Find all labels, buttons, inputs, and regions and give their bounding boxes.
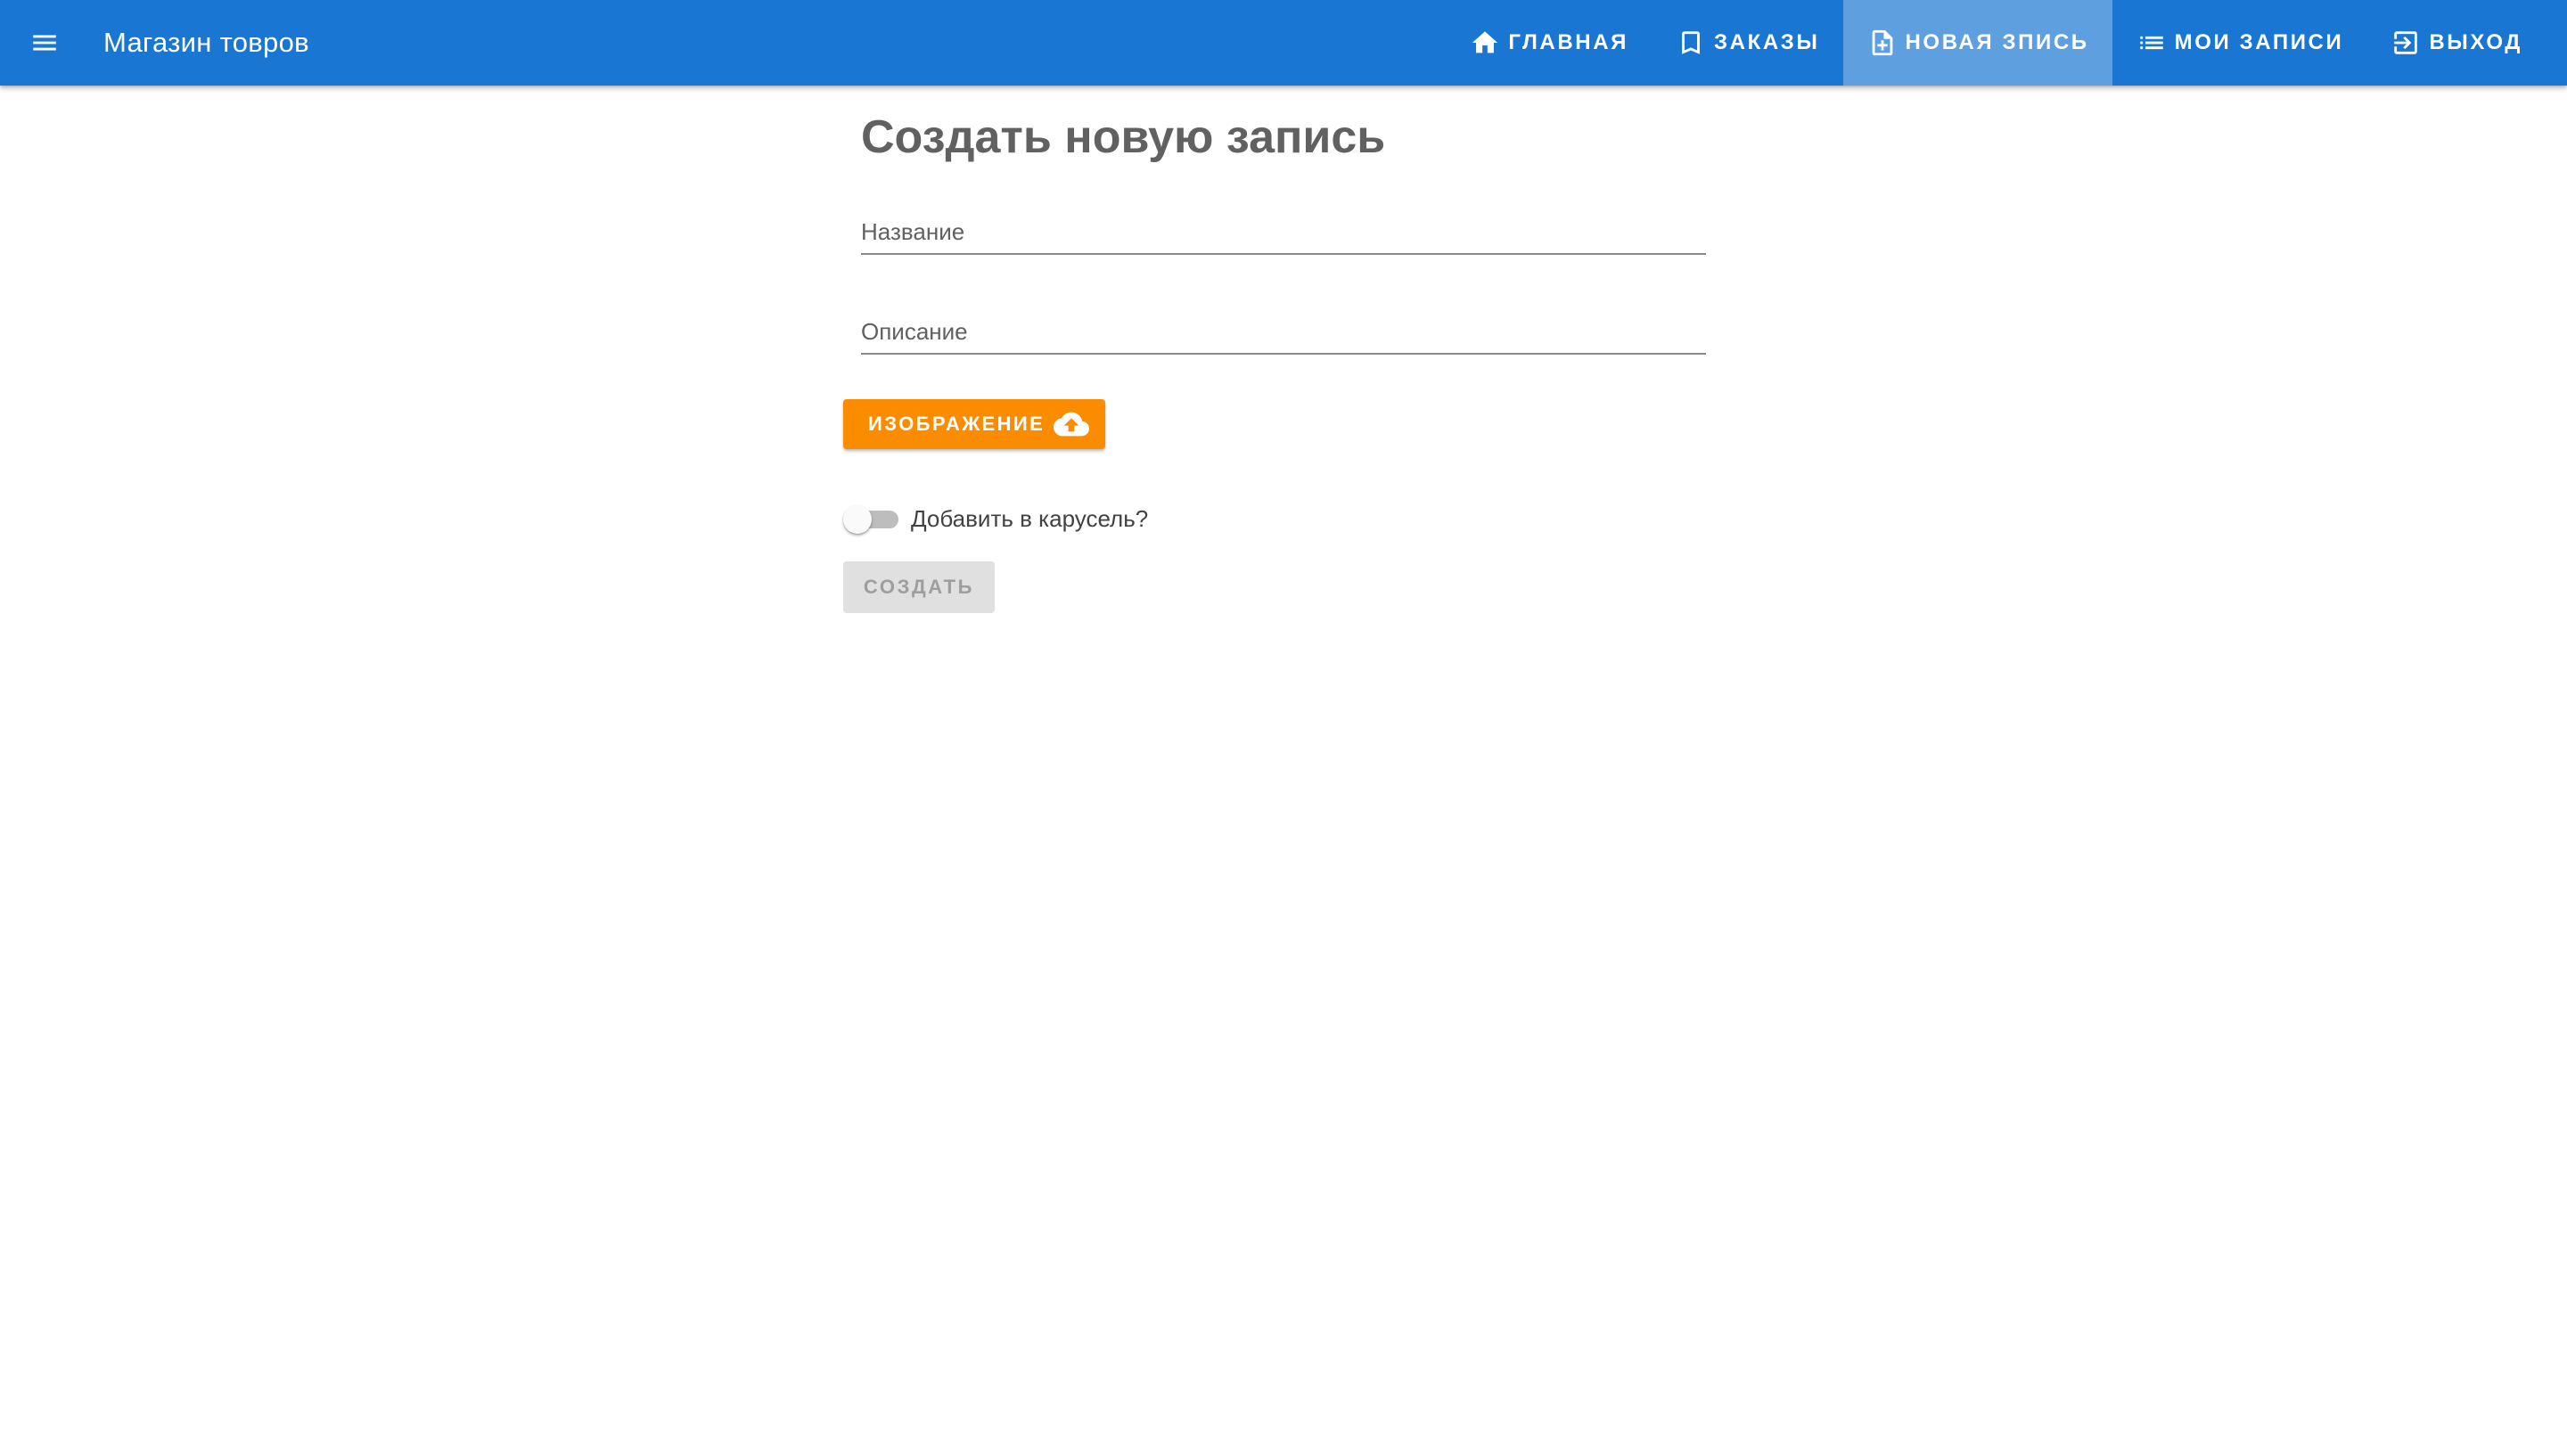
bookmark-icon xyxy=(1675,27,1707,59)
nav-item-label: Главная xyxy=(1508,30,1629,54)
name-field[interactable]: Название xyxy=(861,192,1706,255)
name-field-underline xyxy=(861,253,1706,255)
carousel-toggle-label: Добавить в карусель? xyxy=(911,504,1149,532)
top-nav: Главная Заказы Новая зпись Мои записи Вы… xyxy=(1446,0,2546,86)
app-title: Магазин товров xyxy=(103,27,309,58)
menu-button[interactable] xyxy=(16,14,73,71)
nav-item-my-posts[interactable]: Мои записи xyxy=(2112,0,2367,86)
page-title: Создать новую запись xyxy=(861,111,1386,163)
upload-image-button-label: Изображение xyxy=(868,413,1046,435)
app-toolbar: Магазин товров Главная Заказы Новая зпис… xyxy=(0,0,2567,86)
nav-item-label: Мои записи xyxy=(2174,30,2344,54)
list-icon xyxy=(2136,27,2168,59)
description-input[interactable] xyxy=(861,301,1706,355)
cloud-upload-icon xyxy=(1052,406,1091,442)
create-button-label: Создать xyxy=(863,576,975,598)
upload-image-button[interactable]: Изображение xyxy=(843,399,1106,449)
carousel-toggle[interactable] xyxy=(843,501,902,536)
description-field[interactable]: Описание xyxy=(861,292,1706,355)
create-button[interactable]: Создать xyxy=(843,561,995,613)
nav-item-label: Выход xyxy=(2429,30,2522,54)
nav-item-home[interactable]: Главная xyxy=(1446,0,1652,86)
toggle-thumb xyxy=(843,505,872,534)
description-field-underline xyxy=(861,353,1706,355)
menu-icon xyxy=(33,35,56,51)
nav-item-logout[interactable]: Выход xyxy=(2366,0,2546,86)
carousel-switch-row: Добавить в карусель? xyxy=(843,494,1148,544)
note-add-icon xyxy=(1866,27,1899,59)
nav-item-orders[interactable]: Заказы xyxy=(1652,0,1842,86)
nav-item-label: Заказы xyxy=(1714,30,1820,54)
nav-item-label: Новая зпись xyxy=(1905,30,2089,54)
name-input[interactable] xyxy=(861,201,1706,255)
exit-icon xyxy=(2390,27,2422,59)
nav-item-new-post[interactable]: Новая зпись xyxy=(1842,0,2112,86)
home-icon xyxy=(1469,27,1501,59)
